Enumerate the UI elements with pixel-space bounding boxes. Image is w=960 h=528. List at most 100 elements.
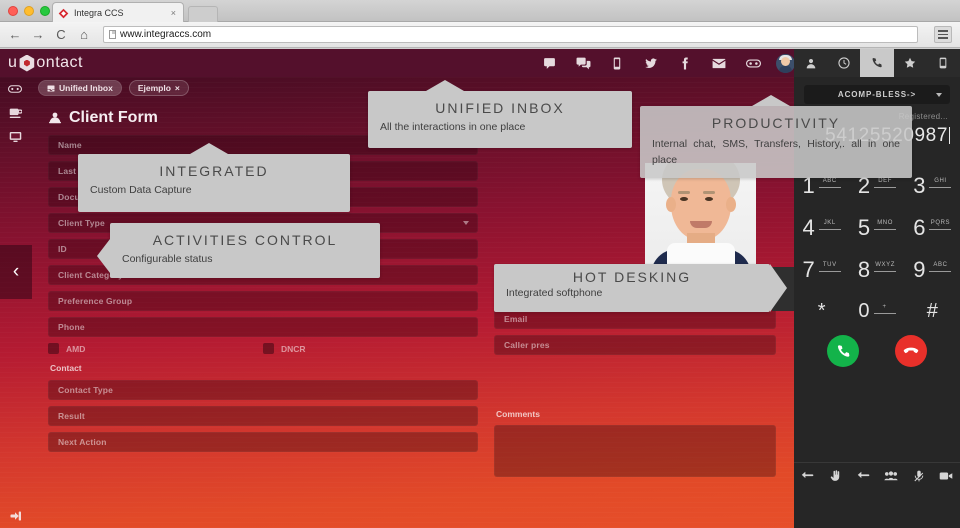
checkbox-dncr-label: DNCR bbox=[281, 343, 306, 354]
maximize-window-button[interactable] bbox=[40, 6, 50, 16]
window-controls[interactable] bbox=[8, 6, 50, 16]
chevron-down-icon[interactable] bbox=[463, 221, 469, 225]
minimize-window-button[interactable] bbox=[24, 6, 34, 16]
callout-productivity-body: Internal chat, SMS, Transfers, History,.… bbox=[652, 138, 900, 167]
address-bar[interactable]: www.integraccs.com bbox=[103, 26, 918, 43]
callout-hot-desking: HOT DESKING Integrated softphone bbox=[494, 264, 787, 312]
callout-activities-title: ACTIVITIES CONTROL bbox=[152, 232, 338, 248]
forward-icon[interactable]: → bbox=[31, 28, 45, 41]
sign-out-icon bbox=[10, 511, 21, 521]
field-caller-pres[interactable]: Caller pres bbox=[494, 335, 776, 355]
chats-icon[interactable] bbox=[566, 49, 600, 77]
dialpad-key-3-letters: GHI bbox=[934, 178, 947, 184]
new-tab-button[interactable] bbox=[188, 6, 218, 22]
dialpad-key-1[interactable]: 1 ABC bbox=[794, 175, 849, 203]
checkbox-amd-box[interactable] bbox=[48, 343, 59, 354]
dialpad-key-1-letters: ABC bbox=[822, 178, 837, 184]
dialpad-key-3[interactable]: 3 GHI bbox=[905, 175, 960, 203]
inbox-icon bbox=[47, 85, 55, 91]
dialpad-key-hash-digit: # bbox=[926, 300, 938, 322]
callout-activities-control: ACTIVITIES CONTROL Configurable status bbox=[97, 223, 380, 278]
checkbox-row: AMD DNCR bbox=[48, 343, 478, 354]
video-camera-icon[interactable] bbox=[932, 471, 960, 481]
workspace-tabs: Unified Inbox Ejemplo × bbox=[38, 80, 189, 96]
dialpad-key-2[interactable]: 2 DEF bbox=[849, 175, 904, 203]
rail-signout[interactable] bbox=[0, 510, 30, 522]
facebook-icon[interactable] bbox=[668, 49, 702, 77]
rail-item-desktop[interactable] bbox=[0, 101, 30, 125]
mobile-icon[interactable] bbox=[927, 49, 960, 77]
field-email[interactable]: Email bbox=[494, 309, 776, 329]
browser-navbar: ← → C ⌂ www.integraccs.com bbox=[0, 22, 960, 48]
callout-productivity: PRODUCTIVITY Internal chat, SMS, Transfe… bbox=[640, 95, 912, 178]
dialpad-key-7[interactable]: 7 TUV bbox=[794, 259, 849, 287]
hold-hand-icon[interactable] bbox=[822, 469, 850, 482]
contacts-icon[interactable] bbox=[794, 49, 827, 77]
collapse-left-panel-button[interactable]: ‹ bbox=[0, 245, 32, 299]
app-viewport: u ontact Unified Inbox Ejemplo × ‹ Clien… bbox=[0, 49, 960, 528]
transfer-icon[interactable] bbox=[794, 471, 822, 481]
dialpad-key-5-letters: MNO bbox=[877, 220, 894, 226]
dialpad: 1 ABC 2 DEF 3 GHI 4 JKL 5 MNO 6 PQRS 7 T… bbox=[794, 175, 960, 329]
callout-tip bbox=[752, 95, 790, 106]
tab-ejemplo-close-icon[interactable]: × bbox=[175, 83, 180, 93]
dialpad-phone-icon[interactable] bbox=[860, 49, 894, 77]
dialpad-key-9[interactable]: 9 ABC bbox=[905, 259, 960, 287]
callout-unified-inbox: UNIFIED INBOX All the interactions in on… bbox=[368, 80, 632, 148]
dialpad-key-0[interactable]: 0 + bbox=[849, 301, 904, 329]
dialpad-key-4[interactable]: 4 JKL bbox=[794, 217, 849, 245]
close-window-button[interactable] bbox=[8, 6, 18, 16]
hangup-button[interactable] bbox=[895, 335, 927, 367]
dialpad-key-6[interactable]: 6 PQRS bbox=[905, 217, 960, 245]
agent-photo bbox=[645, 163, 756, 272]
field-phone[interactable]: Phone bbox=[48, 317, 478, 337]
tab-ejemplo[interactable]: Ejemplo × bbox=[128, 80, 189, 96]
tab-unified-inbox[interactable]: Unified Inbox bbox=[38, 80, 122, 96]
home-icon[interactable]: ⌂ bbox=[77, 28, 91, 41]
dialpad-key-6-digit: 6 bbox=[913, 215, 926, 240]
mute-mic-icon[interactable] bbox=[905, 470, 933, 482]
field-client-type-label: Client Type bbox=[58, 218, 105, 228]
callout-integrated-body: Custom Data Capture bbox=[90, 184, 192, 196]
checkbox-dncr[interactable]: DNCR bbox=[263, 343, 478, 354]
reload-icon[interactable]: C bbox=[54, 28, 68, 41]
dialpad-key-hash[interactable]: # bbox=[905, 301, 960, 329]
conference-icon[interactable] bbox=[877, 470, 905, 481]
field-contact-type[interactable]: Contact Type bbox=[48, 380, 478, 400]
address-bar-url: www.integraccs.com bbox=[120, 29, 212, 40]
checkbox-amd[interactable]: AMD bbox=[48, 343, 263, 354]
twitter-icon[interactable] bbox=[634, 49, 668, 77]
favorites-star-icon[interactable] bbox=[894, 49, 927, 77]
callout-tip bbox=[97, 239, 110, 273]
field-email-label: Email bbox=[504, 314, 528, 324]
reply-icon[interactable] bbox=[849, 471, 877, 481]
callout-tip bbox=[190, 143, 228, 154]
email-icon[interactable] bbox=[702, 49, 736, 77]
browser-menu-button[interactable] bbox=[934, 26, 952, 43]
browser-tab[interactable]: Integra CCS × bbox=[52, 2, 184, 23]
tab-close-icon[interactable]: × bbox=[169, 8, 178, 18]
field-result[interactable]: Result bbox=[48, 406, 478, 426]
chat-icon[interactable] bbox=[532, 49, 566, 77]
mobile-icon[interactable] bbox=[600, 49, 634, 77]
rail-item-monitor[interactable] bbox=[0, 125, 30, 149]
call-button[interactable] bbox=[827, 335, 859, 367]
back-icon[interactable]: ← bbox=[8, 28, 22, 41]
dialpad-key-5[interactable]: 5 MNO bbox=[849, 217, 904, 245]
dialpad-key-star-digit: * bbox=[817, 300, 826, 322]
history-icon[interactable] bbox=[827, 49, 860, 77]
callout-tip bbox=[426, 80, 464, 91]
comments-textarea[interactable] bbox=[494, 425, 776, 477]
line-selector[interactable]: ACOMP-BLESS-> bbox=[804, 85, 950, 104]
checkbox-dncr-box[interactable] bbox=[263, 343, 274, 354]
field-id-label: ID bbox=[58, 244, 67, 254]
field-next-action[interactable]: Next Action bbox=[48, 432, 478, 452]
contact-section-label: Contact bbox=[50, 363, 82, 373]
logo-text-left: u bbox=[8, 54, 18, 71]
dialpad-key-star[interactable]: * bbox=[794, 301, 849, 329]
chevron-down-icon[interactable] bbox=[936, 93, 942, 97]
dialpad-key-8[interactable]: 8 WXYZ bbox=[849, 259, 904, 287]
field-preference-group[interactable]: Preference Group bbox=[48, 291, 478, 311]
callout-unified-inbox-body: All the interactions in one place bbox=[380, 121, 526, 133]
link-icon[interactable] bbox=[736, 49, 770, 77]
